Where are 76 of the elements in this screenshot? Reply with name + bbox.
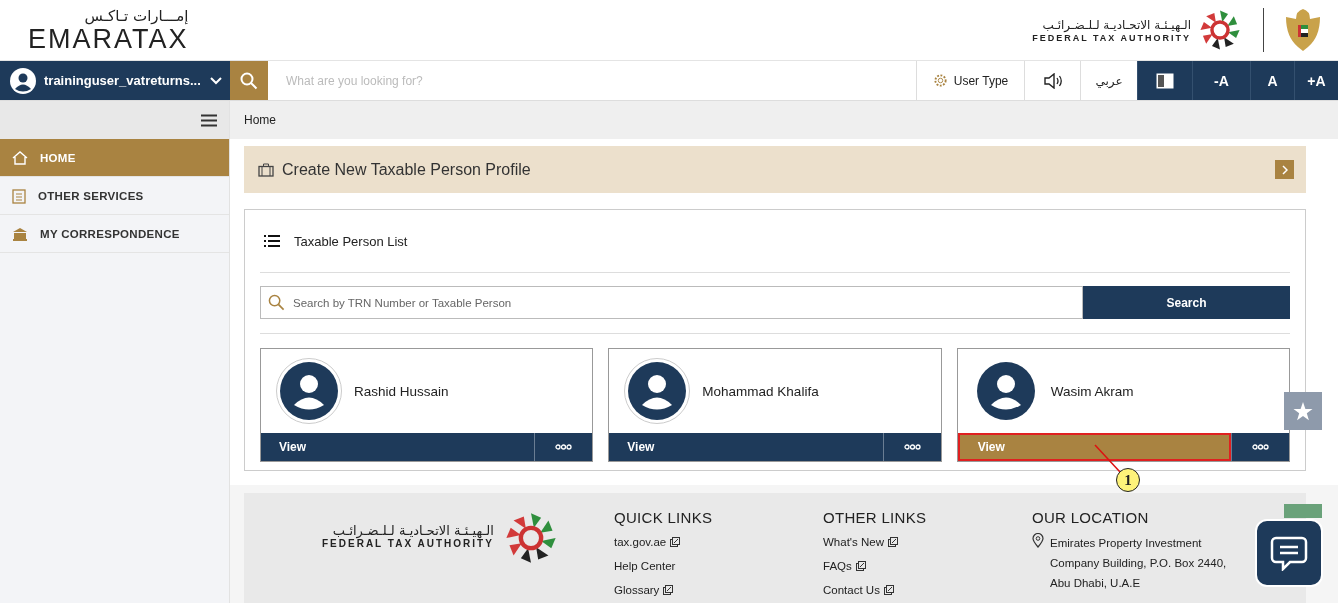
search-icon: [240, 71, 258, 90]
avatar-icon: [280, 362, 338, 420]
font-size-button[interactable]: A: [1250, 61, 1294, 100]
more-options-button[interactable]: [1231, 433, 1289, 461]
person-name: Mohammad Khalifa: [702, 383, 819, 399]
user-menu[interactable]: traininguser_vatreturns...: [0, 61, 230, 100]
bank-icon: [12, 226, 28, 241]
more-options-icon: [903, 444, 921, 450]
footer-link[interactable]: What's New: [823, 533, 1032, 551]
chevron-right-icon: [1281, 164, 1288, 175]
chevron-down-icon: [210, 76, 222, 85]
gear-icon: [932, 73, 948, 88]
sidebar-item[interactable]: MY CORRESPONDENCE: [0, 215, 229, 253]
banner-title: Create New Taxable Person Profile: [282, 160, 532, 179]
footer-heading: OUR LOCATION: [1032, 509, 1150, 526]
footer-authority-arabic-name: الـهيـئـة الاتحـاديـة لـلـضـرائـب: [332, 523, 494, 538]
briefcase-icon: [258, 162, 274, 177]
chat-icon: [1270, 535, 1308, 571]
list-icon: [264, 235, 280, 247]
footer-heading: OTHER LINKS: [823, 509, 928, 526]
star-icon: [1293, 401, 1313, 421]
clipboard-icon: [12, 187, 26, 204]
footer-authority-name: FEDERAL TAX AUTHORITY: [322, 538, 494, 549]
speaker-icon: [1042, 72, 1063, 89]
avatar-icon: [976, 362, 1035, 420]
avatar-icon: [628, 362, 687, 420]
menu-icon[interactable]: [201, 113, 217, 127]
leader-line: [1094, 444, 1122, 474]
location-pin-icon: [1032, 533, 1044, 548]
address-text: Emirates Property Investment Company Building, P.O. Box 2440, Abu Dhabi, U.A.E: [1050, 536, 1228, 591]
arrow-right-button[interactable]: [1275, 160, 1294, 179]
font-size-button[interactable]: -A: [1192, 61, 1250, 100]
authority-name: FEDERAL TAX AUTHORITY: [1032, 32, 1191, 43]
more-options-button[interactable]: [534, 433, 593, 461]
authority-arabic-name: الـهيـئـة الاتحـاديـة لـلـضـرائـب: [1042, 17, 1191, 33]
sidebar-item[interactable]: OTHER SERVICES: [0, 177, 229, 215]
footer-link[interactable]: tax.gov.ae: [614, 533, 823, 551]
breadcrumb[interactable]: Home: [244, 113, 276, 127]
logo-text: EMARATAX: [28, 25, 189, 53]
view-button[interactable]: View: [609, 433, 883, 461]
person-name: Wasim Akram: [1050, 383, 1134, 399]
person-name: Rashid Hussain: [354, 383, 449, 399]
footer-link[interactable]: Help Center: [614, 557, 823, 575]
footer-heading: QUICK LINKS: [614, 509, 714, 526]
footer-link[interactable]: FAQs: [823, 557, 1032, 575]
home-icon: [12, 150, 28, 165]
external-link-icon: [670, 537, 681, 547]
footer-link[interactable]: Glossary: [614, 581, 823, 599]
more-options-icon: [1252, 444, 1269, 450]
sidebar-item-label: MY CORRESPONDENCE: [40, 227, 180, 240]
external-link-icon: [855, 561, 866, 571]
person-search-field[interactable]: Search by TRN Number or Taxable Person: [260, 286, 1083, 319]
external-link-icon: [663, 585, 674, 595]
contrast-button[interactable]: [1137, 61, 1192, 100]
create-profile-banner[interactable]: Create New Taxable Person Profile: [244, 146, 1306, 193]
external-link-icon: [883, 585, 894, 595]
user-avatar-icon: [10, 67, 36, 94]
user-type-label: User Type: [953, 73, 1009, 88]
font-size-button[interactable]: +A: [1294, 61, 1338, 100]
contrast-icon: [1156, 72, 1174, 89]
more-options-button[interactable]: [882, 433, 941, 461]
username: traininguser_vatreturns...: [44, 73, 202, 88]
view-button[interactable]: View: [261, 433, 535, 461]
sidebar-item-label: OTHER SERVICES: [38, 189, 144, 202]
favorite-button[interactable]: [1284, 392, 1322, 430]
search-submit-button[interactable]: Search: [1083, 286, 1290, 319]
logo-arabic-text: إمـــارات تـاكـس: [84, 7, 189, 25]
more-options-icon: [555, 444, 573, 450]
search-icon: [268, 294, 285, 311]
chat-button[interactable]: [1255, 519, 1323, 587]
sidebar-item-label: HOME: [40, 151, 76, 164]
panel-title: Taxable Person List: [294, 233, 408, 249]
search-button[interactable]: [230, 61, 268, 100]
emblem-icon: [1284, 7, 1322, 53]
footer-link[interactable]: Contact Us: [823, 581, 1032, 599]
external-link-icon: [888, 537, 898, 547]
